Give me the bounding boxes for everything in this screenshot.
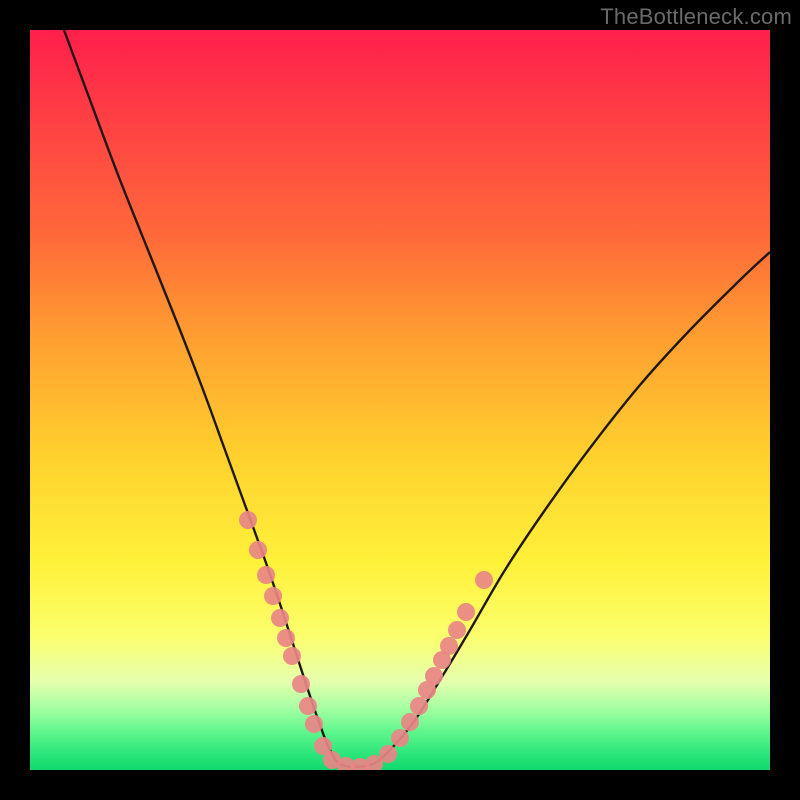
curve-marker	[440, 637, 458, 655]
watermark-text: TheBottleneck.com	[600, 4, 792, 30]
curve-marker	[271, 609, 289, 627]
curve-marker	[249, 541, 267, 559]
curve-marker	[264, 587, 282, 605]
highlight-dots	[239, 511, 493, 770]
curve-marker	[475, 571, 493, 589]
curve-marker	[277, 629, 295, 647]
curve-layer	[30, 30, 770, 770]
curve-marker	[379, 745, 397, 763]
curve-marker	[299, 697, 317, 715]
bottleneck-curve	[64, 30, 770, 767]
curve-marker	[425, 667, 443, 685]
curve-marker	[391, 729, 409, 747]
curve-marker	[239, 511, 257, 529]
curve-marker	[257, 566, 275, 584]
curve-marker	[448, 621, 466, 639]
curve-marker	[457, 603, 475, 621]
plot-area	[30, 30, 770, 770]
curve-marker	[305, 715, 323, 733]
curve-marker	[401, 713, 419, 731]
curve-marker	[292, 675, 310, 693]
curve-marker	[283, 647, 301, 665]
curve-marker	[410, 697, 428, 715]
